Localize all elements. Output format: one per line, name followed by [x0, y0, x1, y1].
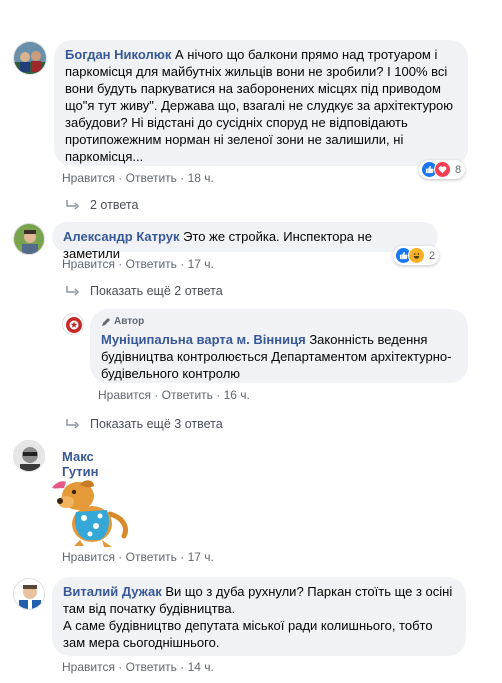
more-replies-label: Показать ещё 3 ответа: [90, 417, 223, 431]
pen-icon: [102, 317, 110, 326]
page-logo-icon: [63, 314, 83, 334]
separator: ·: [176, 660, 188, 674]
reply-link[interactable]: Ответить: [126, 660, 177, 674]
show-more-replies-link[interactable]: Показать ещё 3 ответа: [66, 417, 223, 431]
sticker-image: [50, 466, 130, 548]
avatar-photo-icon: [14, 42, 46, 74]
comment-author[interactable]: Виталий Дужак: [63, 584, 162, 599]
reply-link[interactable]: Ответить: [126, 550, 177, 564]
avatar-photo-icon: [14, 441, 44, 471]
avatar-photo-icon: [14, 224, 44, 254]
separator: ·: [114, 550, 126, 564]
comment-time[interactable]: 14 ч.: [188, 660, 214, 674]
reply-arrow-icon: [66, 286, 80, 296]
avatar[interactable]: [13, 41, 47, 75]
more-replies-label: Показать ещё 2 ответа: [90, 284, 223, 298]
separator: ·: [176, 171, 188, 185]
comment-bubble: Автор Муніципальна варта м. Вінниця Зако…: [90, 309, 468, 383]
view-replies-link[interactable]: 2 ответа: [66, 198, 138, 212]
dog-sticker-icon: [52, 480, 128, 547]
comment-time[interactable]: 17 ч.: [188, 550, 214, 564]
replies-count-label: 2 ответа: [90, 198, 139, 212]
reaction-summary[interactable]: 8: [419, 160, 466, 179]
comment-actions: Нравится · Ответить · 18 ч.: [62, 171, 214, 185]
avatar[interactable]: [62, 313, 84, 335]
like-link[interactable]: Нравится: [98, 388, 151, 402]
avatar[interactable]: [13, 578, 45, 610]
avatar-photo-icon: [14, 579, 44, 609]
separator: ·: [176, 550, 188, 564]
separator: ·: [176, 257, 188, 271]
reply-link[interactable]: Ответить: [162, 388, 213, 402]
comment-time[interactable]: 16 ч.: [224, 388, 250, 402]
comment-bubble: Богдан Николюк А нічого що балкони прямо…: [54, 40, 468, 166]
comment-bubble: Александр Катрук Это же стройка. Инспект…: [52, 222, 438, 261]
reply-arrow-icon: [66, 200, 80, 210]
comment-actions: Нравится · Ответить · 17 ч.: [62, 550, 214, 564]
author-badge-label: Автор: [114, 316, 145, 327]
haha-reaction-icon: [408, 247, 425, 264]
reply-link[interactable]: Ответить: [126, 257, 177, 271]
love-reaction-icon: [434, 161, 451, 178]
comment-bubble: Виталий Дужак Ви що з дуба рухнули? Парк…: [52, 577, 466, 656]
comment-time[interactable]: 17 ч.: [188, 257, 214, 271]
like-link[interactable]: Нравится: [62, 660, 115, 674]
separator: ·: [114, 171, 126, 185]
avatar[interactable]: [13, 223, 45, 255]
show-more-replies-link[interactable]: Показать ещё 2 ответа: [66, 284, 223, 298]
separator: ·: [212, 388, 224, 402]
comment-actions: Нравится · Ответить · 17 ч.: [62, 257, 214, 271]
author-badge: Автор: [101, 313, 457, 330]
comment-time[interactable]: 18 ч.: [188, 171, 214, 185]
comment-text: А нічого що балкони прямо над тротуаром …: [65, 47, 454, 164]
reaction-count: 8: [455, 163, 462, 176]
like-link[interactable]: Нравится: [62, 257, 115, 271]
reaction-summary[interactable]: 2: [393, 246, 440, 265]
comment-author[interactable]: Александр Катрук: [63, 229, 180, 244]
reply-link[interactable]: Ответить: [126, 171, 177, 185]
separator: ·: [150, 388, 162, 402]
comment-actions: Нравится · Ответить · 14 ч.: [62, 660, 214, 674]
reply-arrow-icon: [66, 419, 80, 429]
like-link[interactable]: Нравится: [62, 171, 115, 185]
comment-text-line-2: А саме будівництво депутата міської ради…: [63, 618, 433, 650]
comment-actions: Нравится · Ответить · 16 ч.: [98, 388, 250, 402]
comment-author[interactable]: Богдан Николюк: [65, 47, 171, 62]
like-link[interactable]: Нравится: [62, 550, 115, 564]
comment-author[interactable]: Муніципальна варта м. Вінниця: [101, 332, 306, 347]
separator: ·: [114, 660, 126, 674]
reaction-count: 2: [429, 249, 436, 262]
separator: ·: [114, 257, 126, 271]
avatar[interactable]: [13, 440, 45, 472]
